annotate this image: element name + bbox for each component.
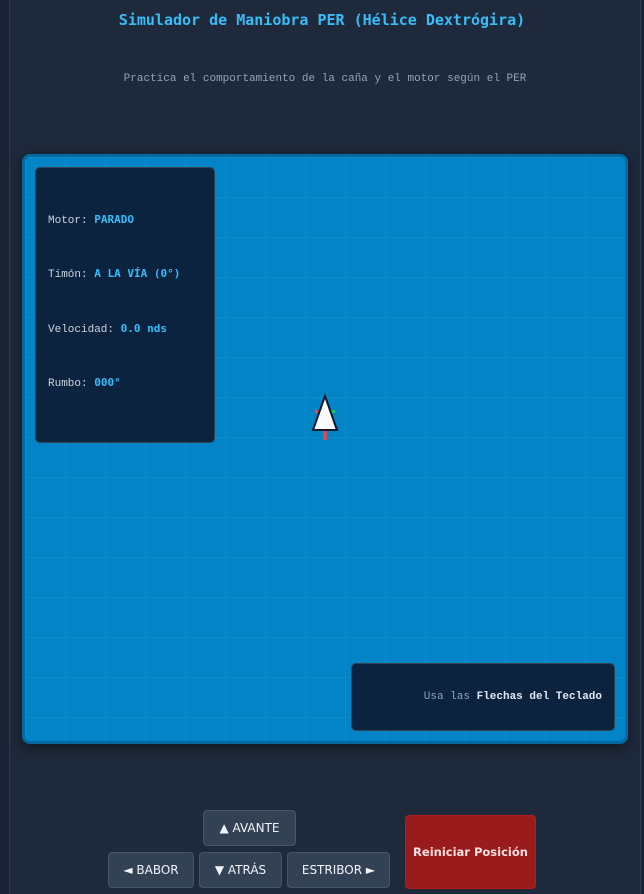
motor-value: PARADO <box>94 213 134 226</box>
reset-button[interactable]: Reiniciar Posición <box>405 815 536 889</box>
right-edge <box>640 0 644 894</box>
hint-keys: Flechas del Teclado <box>476 691 602 703</box>
speed-status: Velocidad: 0.0 nds <box>48 322 167 336</box>
astern-button[interactable]: ▼ ATRÁS <box>199 852 282 888</box>
port-button[interactable]: ◄ BABOR <box>108 852 194 888</box>
speed-label: Velocidad: <box>48 324 115 336</box>
heading-label: Rumbo: <box>48 378 88 390</box>
starboard-button[interactable]: ESTRIBOR ► <box>287 852 390 888</box>
motor-label: Motor: <box>48 215 88 227</box>
heading-status: Rumbo: 000° <box>48 376 121 390</box>
keyboard-hint: Usa las Flechas del Teclado <box>351 663 615 731</box>
hint-prefix: Usa las <box>423 691 477 703</box>
left-edge <box>0 0 10 894</box>
ahead-button[interactable]: ▲ AVANTE <box>203 810 296 846</box>
speed-value: 0.0 nds <box>120 322 167 335</box>
rudder-value: A LA VÍA (0°) <box>94 267 181 280</box>
starboard-light-icon <box>331 409 336 414</box>
port-light-icon <box>314 409 319 414</box>
status-panel: Motor: PARADO Timón: A LA VÍA (0°) Veloc… <box>35 167 215 443</box>
page-title: Simulador de Maniobra PER (Hélice Dextró… <box>118 11 526 29</box>
rudder-status: Timón: A LA VÍA (0°) <box>48 267 180 281</box>
page-subtitle: Practica el comportamiento de la caña y … <box>123 73 527 85</box>
heading-value: 000° <box>94 376 121 389</box>
boat <box>311 392 339 440</box>
rudder-label: Timón: <box>48 269 88 281</box>
motor-status: Motor: PARADO <box>48 213 134 227</box>
